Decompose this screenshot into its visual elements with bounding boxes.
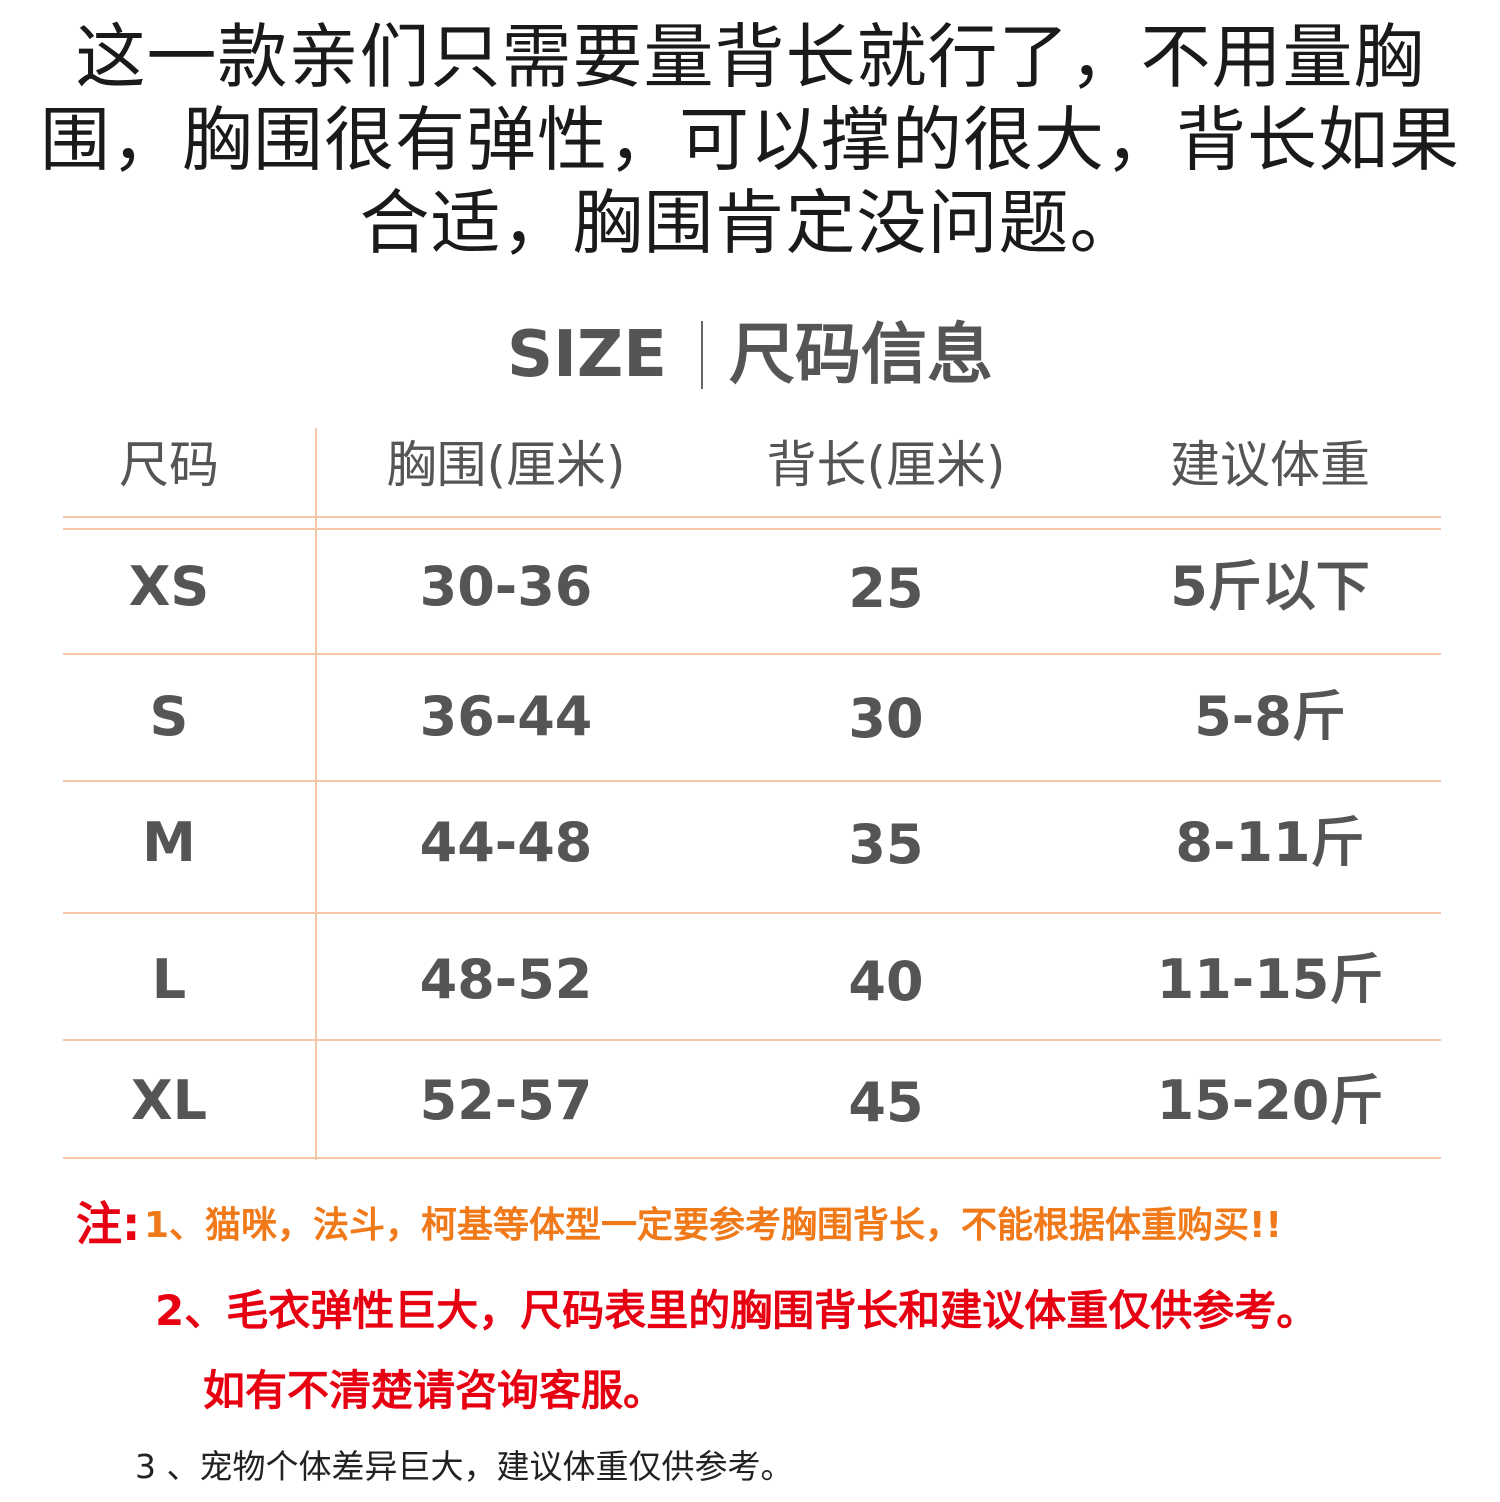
header-size: 尺码: [119, 436, 219, 494]
cell-weight: 15-20斤: [1156, 1069, 1384, 1132]
table-row-divider: [63, 780, 1441, 782]
size-heading-en: SIZE: [506, 318, 668, 392]
cell-chest: 36-44: [419, 685, 593, 748]
cell-chest: 44-48: [419, 811, 593, 874]
table-header-divider-top: [63, 516, 1441, 518]
table-row-divider: [63, 912, 1441, 914]
cell-chest: 30-36: [419, 555, 593, 618]
note-label: 注:: [76, 1197, 141, 1251]
size-heading-zh: 尺码信息: [729, 316, 994, 393]
cell-weight: 5-8斤: [1194, 685, 1346, 748]
header-chest: 胸围(厘米): [386, 436, 626, 494]
cell-weight: 11-15斤: [1156, 948, 1384, 1011]
cell-size: M: [142, 811, 196, 874]
size-heading-divider: [701, 321, 704, 389]
header-weight: 建议体重: [1170, 436, 1370, 494]
note-2: 2、毛衣弹性巨大，尺码表里的胸围背长和建议体重仅供参考。: [155, 1286, 1319, 1335]
intro-text: 这一款亲们只需要量背长就行了，不用量胸 围，胸围很有弹性，可以撑的很大，背长如果…: [0, 16, 1500, 265]
intro-line-3: 合适，胸围肯定没问题。: [359, 182, 1141, 264]
cell-back-length: 40: [848, 950, 924, 1013]
cell-back-length: 25: [848, 557, 924, 620]
note-1: 1、猫咪，法斗，柯基等体型一定要参考胸围背长，不能根据体重购买!!: [144, 1205, 1282, 1246]
cell-weight: 5斤以下: [1170, 555, 1370, 618]
intro-line-2: 围，胸围很有弹性，可以撑的很大，背长如果: [40, 99, 1460, 181]
cell-size: S: [149, 685, 189, 748]
note-3: 3 、宠物个体差异巨大，建议体重仅供参考。: [135, 1447, 794, 1486]
table-column-divider: [315, 428, 317, 1160]
cell-chest: 52-57: [419, 1069, 593, 1132]
size-heading: SIZE 尺码信息: [0, 310, 1500, 400]
table-row-divider: [63, 653, 1441, 655]
cell-size: L: [151, 948, 187, 1011]
cell-size: XS: [128, 555, 210, 618]
cell-back-length: 30: [848, 687, 924, 750]
cell-weight: 8-11斤: [1175, 811, 1365, 874]
cell-back-length: 45: [848, 1071, 924, 1134]
intro-line-1: 这一款亲们只需要量背长就行了，不用量胸: [75, 16, 1425, 98]
note-2-continued: 如有不清楚请咨询客服。: [203, 1366, 666, 1415]
table-header-divider-bottom: [63, 528, 1441, 530]
cell-back-length: 35: [848, 813, 924, 876]
cell-size: XL: [130, 1069, 208, 1132]
header-back-length: 背长(厘米): [766, 436, 1006, 494]
table-bottom-border: [63, 1157, 1441, 1159]
table-row-divider: [63, 1039, 1441, 1041]
cell-chest: 48-52: [419, 948, 593, 1011]
